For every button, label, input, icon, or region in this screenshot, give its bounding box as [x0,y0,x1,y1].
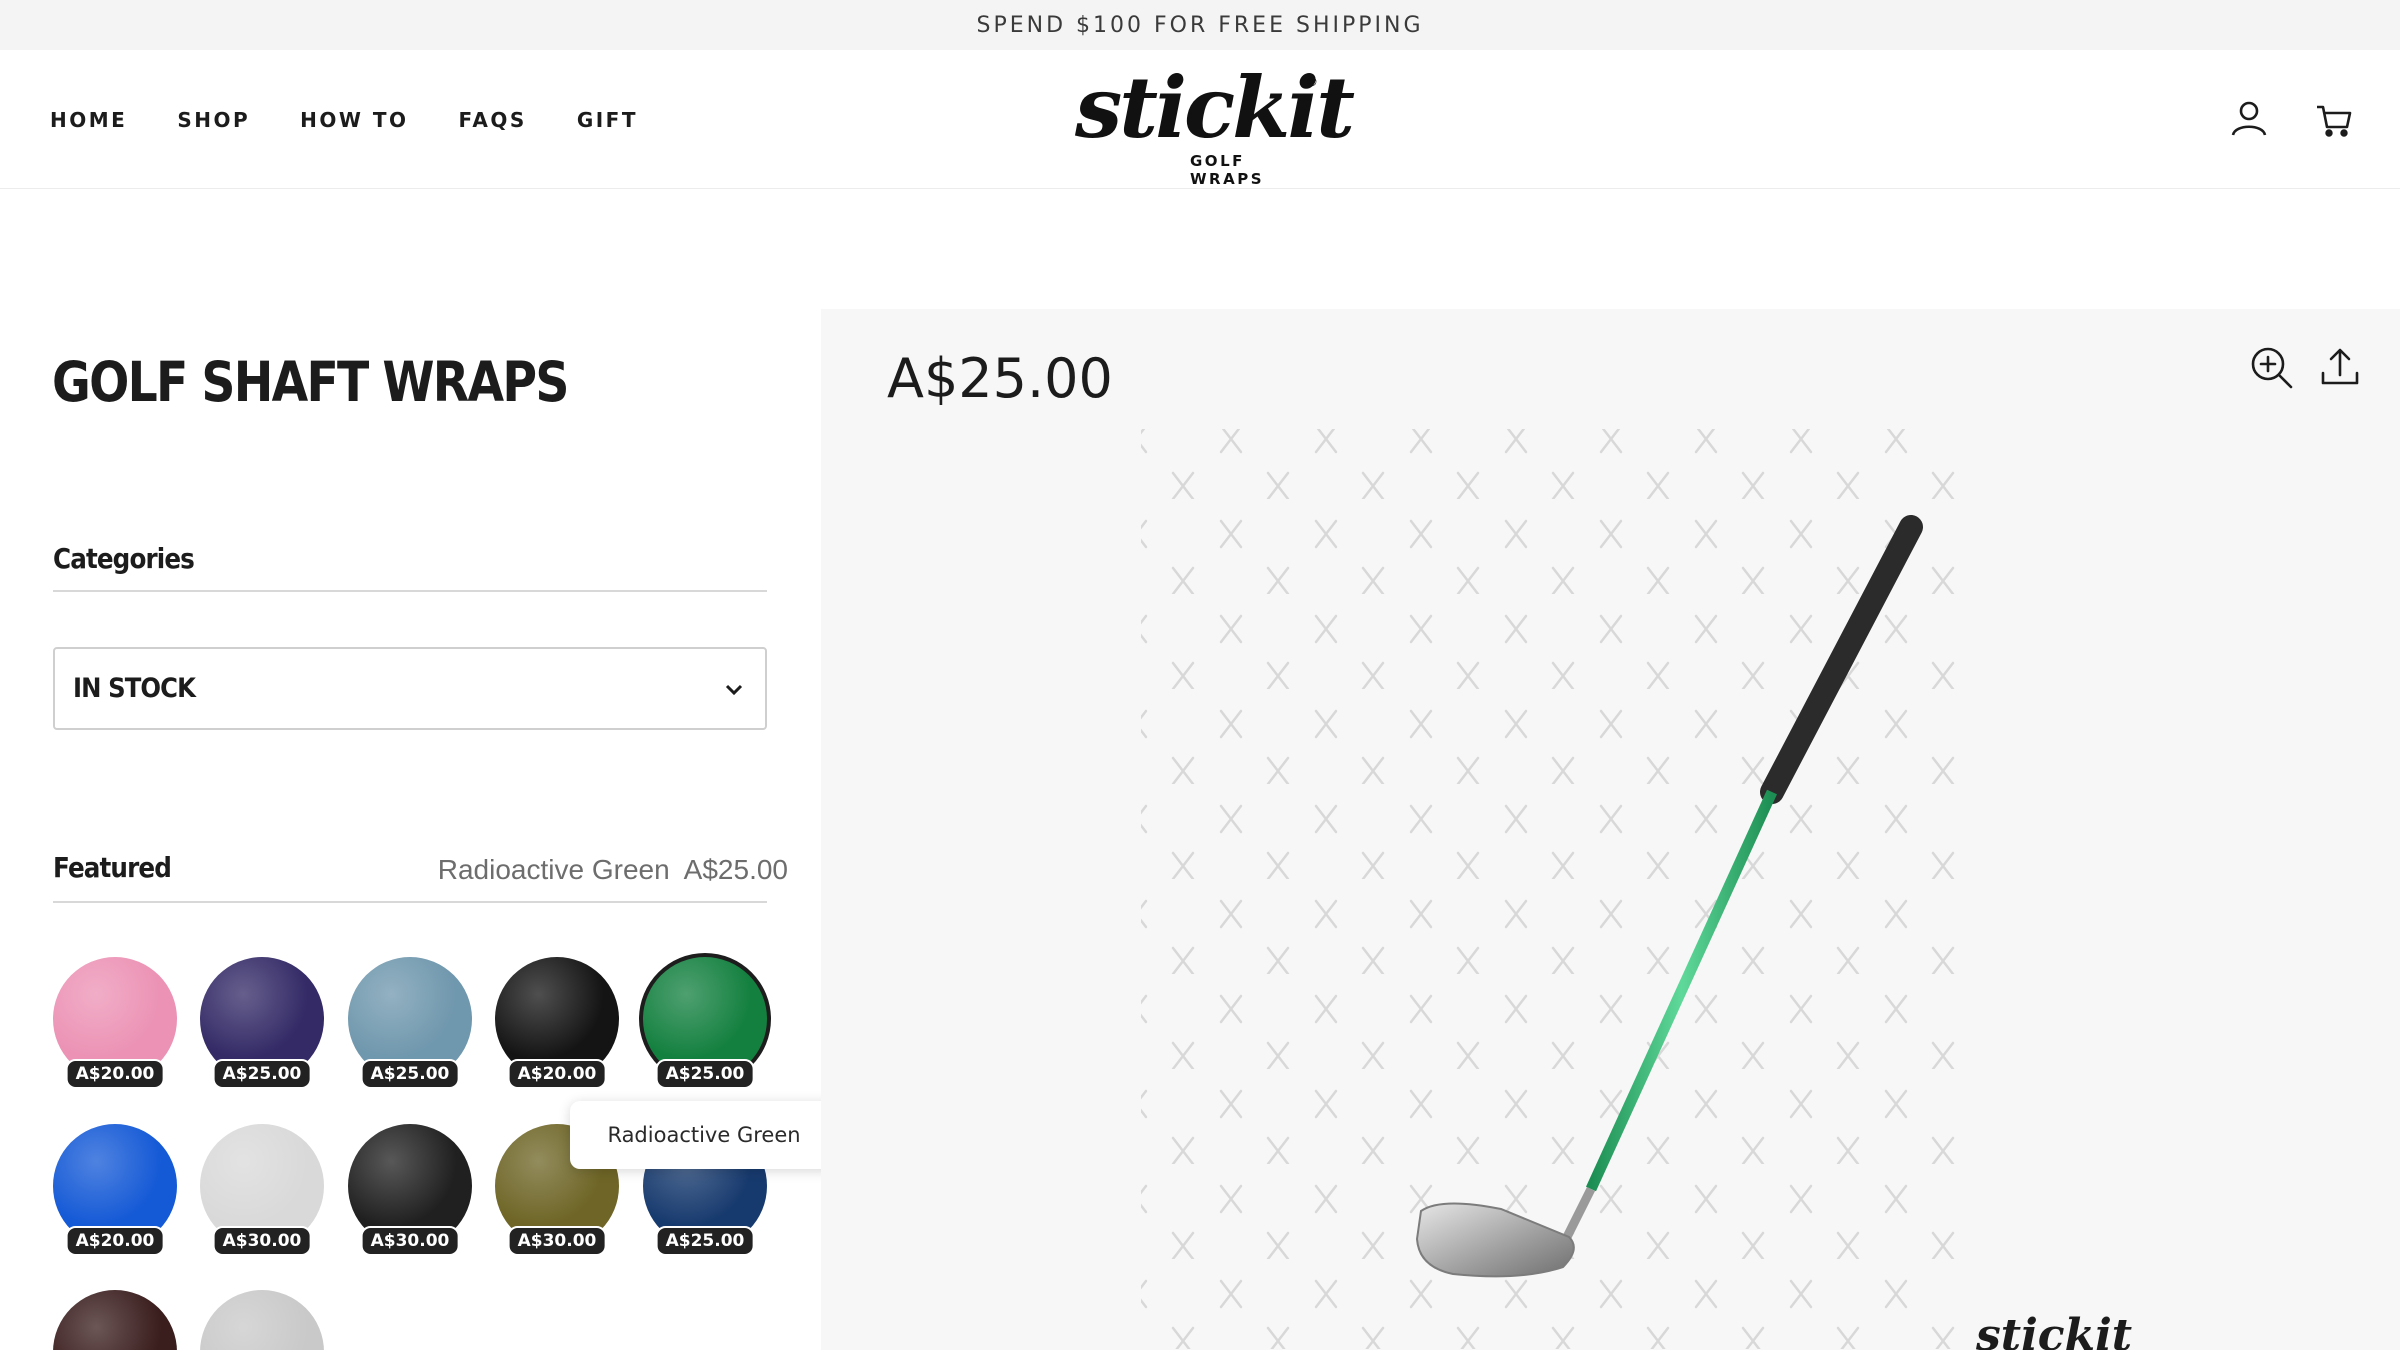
categories-divider [53,590,767,592]
page-title: GOLF SHAFT WRAPS [52,350,569,414]
swatch-price: A$25.00 [212,1059,312,1089]
swatch-price: A$20.00 [65,1226,165,1256]
nav-how-to[interactable]: HOW TO [300,108,408,132]
swatch-silver[interactable] [200,1290,324,1350]
cart-icon[interactable] [2311,96,2357,142]
gallery-price: A$25.00 [887,347,1113,410]
featured-label: Featured [53,851,172,884]
swatch-price: A$30.00 [212,1226,312,1256]
product-gallery[interactable]: stickit A$25.00 [821,309,2400,1350]
swatch-purple[interactable]: A$25.00 [200,957,324,1089]
logo-subtitle: GOLF WRAPS [1190,152,1265,188]
gallery-watermark: stickit [1975,1310,2132,1350]
featured-hover-info: Radioactive Green A$25.00 [438,854,788,886]
swatch-tooltip: Radioactive Green [570,1101,838,1169]
share-icon[interactable] [2315,343,2365,393]
swatch-black-carbon[interactable]: A$30.00 [348,1124,472,1256]
swatch-price: A$25.00 [360,1059,460,1089]
swatch-white-carbon[interactable]: A$30.00 [200,1124,324,1256]
site-header: HOME SHOP HOW TO FAQS GIFT stickit ® GOL… [0,50,2400,189]
swatch-steel-blue[interactable]: A$25.00 [348,957,472,1089]
main-nav: HOME SHOP HOW TO FAQS GIFT [50,50,638,189]
category-select-value: IN STOCK [73,673,196,704]
product-image: stickit [1141,429,2132,1350]
featured-hover-name: Radioactive Green [437,854,670,885]
swatch-pink[interactable]: A$20.00 [53,957,177,1089]
swatch-chrome-blue[interactable]: A$20.00 [53,1124,177,1256]
announcement-bar: SPEND $100 FOR FREE SHIPPING [0,0,2400,50]
nav-shop[interactable]: SHOP [177,108,250,132]
swatch-dark-red[interactable] [53,1290,177,1350]
swatch-price: A$30.00 [360,1226,460,1256]
chevron-down-icon [725,684,743,696]
category-select[interactable]: IN STOCK [53,647,767,730]
swatch-price: A$30.00 [507,1226,607,1256]
announcement-text: SPEND $100 FOR FREE SHIPPING [976,12,1424,38]
swatch-price: A$25.00 [655,1226,755,1256]
swatch-price: A$20.00 [65,1059,165,1089]
swatch-price: A$20.00 [507,1059,607,1089]
brand-logo[interactable]: stickit ® GOLF WRAPS [1075,66,1355,189]
logo-registered-mark: ® [1307,74,1317,89]
swatch-radioactive-green[interactable]: A$25.00 [643,957,767,1089]
swatch-black[interactable]: A$20.00 [495,957,619,1089]
nav-home[interactable]: HOME [50,108,127,132]
featured-hover-price: A$25.00 [683,854,788,885]
nav-gift[interactable]: GIFT [577,108,638,132]
nav-faqs[interactable]: FAQS [459,108,527,132]
zoom-in-icon[interactable] [2247,343,2297,393]
account-icon[interactable] [2226,96,2272,142]
featured-divider [53,901,767,903]
swatch-price: A$25.00 [655,1059,755,1089]
categories-label: Categories [53,542,195,575]
